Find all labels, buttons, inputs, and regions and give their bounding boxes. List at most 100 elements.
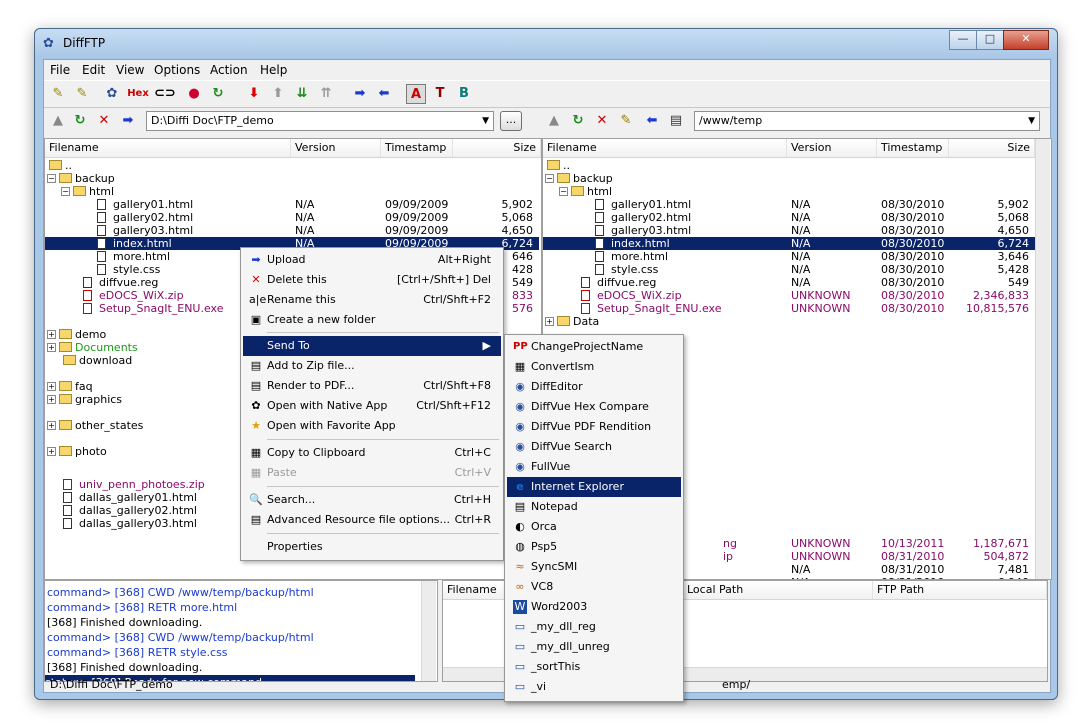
- context-item-delete-this[interactable]: ✕ Delete this [Ctrl+/Shft+] Del: [243, 270, 501, 290]
- table-row[interactable]: gallery03.html N/A 08/30/2010 4,650: [543, 224, 1035, 237]
- context-item-create-a-new-folder[interactable]: ▣ Create a new folder: [243, 310, 501, 330]
- expand-toggle-icon[interactable]: +: [47, 343, 56, 352]
- expand-toggle-icon[interactable]: −: [47, 174, 56, 183]
- context-item-advanced-resource-file-options[interactable]: ▤ Advanced Resource file options... Ctrl+R: [243, 510, 501, 530]
- expand-toggle-icon[interactable]: +: [47, 421, 56, 430]
- context-item-search[interactable]: 🔍 Search... Ctrl+H: [243, 490, 501, 510]
- toggle-b-button[interactable]: B: [454, 84, 474, 104]
- close-button[interactable]: ✕: [1003, 30, 1049, 50]
- table-row[interactable]: gallery02.html N/A 08/30/2010 5,068: [543, 211, 1035, 224]
- transfer-col-ftp[interactable]: FTP Path: [873, 581, 1047, 599]
- menu-action[interactable]: Action: [210, 63, 248, 77]
- minimize-button[interactable]: —: [949, 30, 977, 50]
- context-item-paste[interactable]: ▦ Paste Ctrl+V: [243, 463, 501, 483]
- go-back-right-icon[interactable]: ⬅: [642, 111, 662, 131]
- menu-options[interactable]: Options: [154, 63, 200, 77]
- menu-edit[interactable]: Edit: [82, 63, 105, 77]
- table-row[interactable]: ..: [45, 159, 539, 172]
- sendto-item-word2003[interactable]: W Word2003: [507, 597, 681, 617]
- sendto-item-my-dll-reg[interactable]: ▭ _my_dll_reg: [507, 617, 681, 637]
- hex-button[interactable]: Hex: [124, 84, 152, 104]
- table-row[interactable]: − html: [45, 185, 539, 198]
- sendto-item-diffvue-hex-compare[interactable]: ◉ DiffVue Hex Compare: [507, 397, 681, 417]
- col-size-right[interactable]: Size: [949, 139, 1035, 157]
- expand-toggle-icon[interactable]: +: [47, 330, 56, 339]
- table-row[interactable]: diffvue.reg N/A 08/30/2010 549: [543, 276, 1035, 289]
- table-row[interactable]: + Data: [543, 315, 1035, 328]
- stop-right-icon[interactable]: ✕: [592, 111, 612, 131]
- context-item-add-to-zip-file[interactable]: ▤ Add to Zip file...: [243, 356, 501, 376]
- table-row[interactable]: more.html N/A 08/30/2010 3,646: [543, 250, 1035, 263]
- table-row[interactable]: − backup: [45, 172, 539, 185]
- table-row[interactable]: gallery03.html N/A 09/09/2009 4,650: [45, 224, 539, 237]
- sendto-item-sortthis[interactable]: ▭ _sortThis: [507, 657, 681, 677]
- up-folder-icon[interactable]: ▲: [48, 111, 68, 131]
- sendto-item-convertism[interactable]: ▦ ConvertIsm: [507, 357, 681, 377]
- context-item-render-to-pdf[interactable]: ▤ Render to PDF... Ctrl/Shft+F8: [243, 376, 501, 396]
- expand-toggle-icon[interactable]: −: [545, 174, 554, 183]
- context-item-send-to[interactable]: Send To ▶: [243, 336, 501, 356]
- expand-toggle-icon[interactable]: −: [559, 187, 568, 196]
- table-row[interactable]: − backup: [543, 172, 1035, 185]
- sendto-item-notepad[interactable]: ▤ Notepad: [507, 497, 681, 517]
- sendto-item-psp5[interactable]: ◍ Psp5: [507, 537, 681, 557]
- expand-toggle-icon[interactable]: +: [47, 395, 56, 404]
- refresh-right-icon[interactable]: ↻: [568, 111, 588, 131]
- sendto-item-syncsmi[interactable]: ≈ SyncSMI: [507, 557, 681, 577]
- menu-view[interactable]: View: [116, 63, 144, 77]
- context-item-open-with-native-app[interactable]: ✿ Open with Native App Ctrl/Shft+F12: [243, 396, 501, 416]
- toggle-a-button[interactable]: A: [406, 84, 426, 104]
- context-item-open-with-favorite-app[interactable]: ★ Open with Favorite App: [243, 416, 501, 436]
- context-item-rename-this[interactable]: a|e Rename this Ctrl/Shft+F2: [243, 290, 501, 310]
- left-path-combo[interactable]: D:\Diffi Doc\FTP_demo ▼: [146, 111, 494, 131]
- maximize-button[interactable]: □: [976, 30, 1004, 50]
- sendto-item-internet-explorer[interactable]: e Internet Explorer: [507, 477, 681, 497]
- table-row[interactable]: eDOCS_WiX.zip UNKNOWN 08/30/2010 2,346,833: [543, 289, 1035, 302]
- col-version-right[interactable]: Version: [787, 139, 877, 157]
- table-row[interactable]: gallery02.html N/A 09/09/2009 5,068: [45, 211, 539, 224]
- up-gray-icon[interactable]: ⬆: [268, 84, 288, 104]
- sendto-item-changeprojectname[interactable]: PP ChangeProjectName: [507, 337, 681, 357]
- col-filename-right[interactable]: Filename: [543, 139, 787, 157]
- context-item-upload[interactable]: ➡ Upload Alt+Right: [243, 250, 501, 270]
- up-double-icon[interactable]: ⇈: [316, 84, 336, 104]
- transfer-col-local[interactable]: Local Path: [683, 581, 873, 599]
- down-red-icon[interactable]: ⬇: [244, 84, 264, 104]
- sendto-item-diffvue-search[interactable]: ◉ DiffVue Search: [507, 437, 681, 457]
- table-row[interactable]: Setup_SnagIt_ENU.exe UNKNOWN 08/30/2010 10,…: [543, 302, 1035, 315]
- edit-right-icon[interactable]: ✎: [616, 111, 636, 131]
- table-row[interactable]: style.css N/A 08/30/2010 5,428: [543, 263, 1035, 276]
- log-vertical-scrollbar[interactable]: [421, 581, 436, 681]
- browse-button[interactable]: ...: [500, 111, 522, 131]
- context-item-copy-to-clipboard[interactable]: ▦ Copy to Clipboard Ctrl+C: [243, 443, 501, 463]
- sendto-item-diffeditor[interactable]: ◉ DiffEditor: [507, 377, 681, 397]
- link-icon[interactable]: ⊂⊃: [154, 84, 176, 104]
- col-timestamp-right[interactable]: Timestamp: [877, 139, 949, 157]
- down-green-icon[interactable]: ⇊: [292, 84, 312, 104]
- col-size[interactable]: Size: [453, 139, 541, 157]
- col-filename[interactable]: Filename: [45, 139, 291, 157]
- col-version[interactable]: Version: [291, 139, 381, 157]
- sendto-item-vc8[interactable]: ∞ VC8: [507, 577, 681, 597]
- expand-toggle-icon[interactable]: +: [47, 447, 56, 456]
- toggle-t-button[interactable]: T: [430, 84, 450, 104]
- table-row[interactable]: index.html N/A 08/30/2010 6,724: [543, 237, 1035, 250]
- expand-toggle-icon[interactable]: +: [47, 382, 56, 391]
- table-row[interactable]: − html: [543, 185, 1035, 198]
- expand-toggle-icon[interactable]: +: [545, 317, 554, 326]
- new-file-right-icon[interactable]: ▤: [666, 111, 686, 131]
- table-row[interactable]: gallery01.html N/A 08/30/2010 5,902: [543, 198, 1035, 211]
- stop-left-icon[interactable]: ✕: [94, 111, 114, 131]
- context-item-properties[interactable]: Properties: [243, 537, 501, 557]
- compare-icon[interactable]: ●: [184, 84, 204, 104]
- up-folder-right-icon[interactable]: ▲: [544, 111, 564, 131]
- table-row[interactable]: ..: [543, 159, 1035, 172]
- disconnect-icon[interactable]: ✎: [72, 84, 92, 104]
- menu-file[interactable]: File: [50, 63, 70, 77]
- col-timestamp[interactable]: Timestamp: [381, 139, 453, 157]
- sendto-item-fullvue[interactable]: ◉ FullVue: [507, 457, 681, 477]
- diff-icon[interactable]: ✿: [102, 84, 122, 104]
- sendto-item-orca[interactable]: ◐ Orca: [507, 517, 681, 537]
- refresh-left-icon[interactable]: ↻: [70, 111, 90, 131]
- expand-toggle-icon[interactable]: −: [61, 187, 70, 196]
